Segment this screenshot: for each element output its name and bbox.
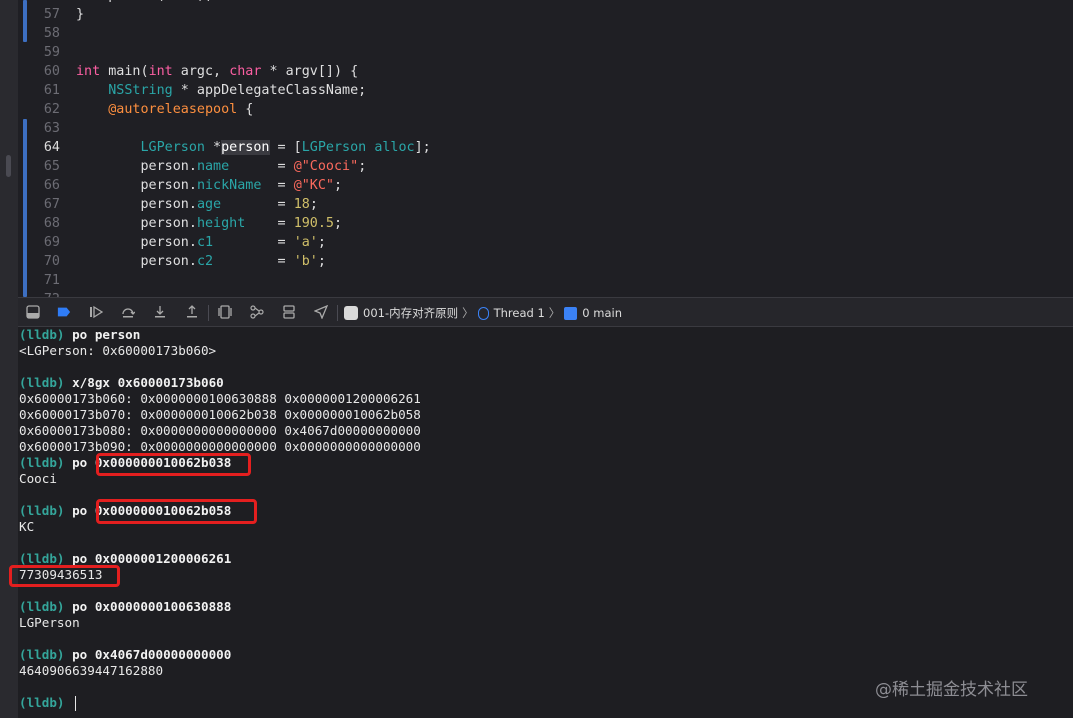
step-over-icon[interactable] — [120, 304, 136, 320]
target-icon — [344, 306, 358, 320]
line-number: 67 — [43, 197, 60, 212]
console-line: (lldb) po person — [19, 327, 141, 342]
continue-icon[interactable] — [88, 304, 104, 320]
chevron-right-icon: 〉 — [548, 306, 561, 320]
console-line: 0x60000173b070: 0x000000010062b038 0x000… — [19, 407, 421, 422]
watermark: @稀土掘金技术社区 — [875, 680, 1028, 700]
separator — [337, 305, 338, 321]
line-number: 71 — [43, 273, 60, 288]
line-number: 60 — [43, 64, 60, 79]
breadcrumb[interactable]: 001-内存对齐原则 〉 Thread 1 〉 0 main — [344, 305, 622, 321]
thread-icon — [477, 306, 489, 320]
code-text: LGPerson *person = [LGPerson alloc]; — [140, 140, 431, 155]
line-number: 59 — [43, 45, 60, 60]
line-number: 65 — [43, 159, 60, 174]
target-name[interactable]: 001-内存对齐原则 — [363, 305, 458, 321]
code-text: @autoreleasepool { — [108, 102, 254, 117]
console-line: (lldb) po 0x4067d00000000000 — [19, 647, 232, 662]
frame-name[interactable]: 0 main — [582, 306, 622, 320]
code-text: person.height = 190.5; — [76, 216, 343, 231]
code-text: person.nickName = @"KC"; — [76, 178, 343, 193]
memory-graph-icon[interactable] — [249, 304, 265, 320]
console-line: (lldb) po 0x0000000100630888 — [19, 599, 232, 614]
console-line: Cooci — [19, 471, 57, 486]
line-number: 63 — [43, 121, 60, 136]
line-number: 69 — [43, 235, 60, 250]
code-text: printf("\n"); — [76, 0, 213, 5]
breakpoints-icon[interactable] — [56, 304, 72, 320]
code-text: person.c2 = 'b'; — [76, 254, 326, 269]
line-number: 58 — [43, 26, 60, 41]
console-input-line[interactable]: (lldb) — [19, 695, 65, 711]
thread-name[interactable]: Thread 1 — [494, 306, 545, 320]
code-text: NSString * appDelegateClassName; — [108, 83, 367, 98]
line-number: 64 — [43, 140, 60, 155]
frame-icon — [564, 306, 578, 320]
line-number: 70 — [43, 254, 60, 269]
separator — [208, 305, 209, 321]
line-number: 57 — [43, 7, 60, 22]
scroll-handle[interactable] — [6, 155, 11, 177]
view-debugger-icon[interactable] — [217, 304, 233, 320]
code-text: } — [76, 7, 85, 22]
code-editor[interactable]: 56 printf("\n"); 57} 58 59 60int main(in… — [18, 0, 1073, 297]
lldb-console[interactable]: (lldb) po person <LGPerson: 0x60000173b0… — [9, 327, 1073, 718]
text-cursor — [75, 696, 76, 711]
console-line: 0x60000173b080: 0x0000000000000000 0x406… — [19, 423, 421, 438]
highlight-box — [9, 565, 120, 587]
navigator-edge — [0, 0, 18, 718]
line-number: 62 — [43, 102, 60, 117]
console-line: 4640906639447162880 — [19, 663, 164, 678]
chevron-right-icon: 〉 — [462, 306, 474, 320]
line-number: 72 — [18, 290, 60, 297]
location-icon[interactable] — [313, 304, 329, 320]
console-line: KC — [19, 519, 35, 534]
code-text: person.age = 18; — [76, 197, 318, 212]
line-number: 66 — [43, 178, 60, 193]
environment-icon[interactable] — [281, 304, 297, 320]
code-text: person.c1 = 'a'; — [76, 235, 326, 250]
highlight-box — [96, 453, 251, 476]
step-into-icon[interactable] — [152, 304, 168, 320]
console-line: LGPerson — [19, 615, 80, 630]
console-line: (lldb) x/8gx 0x60000173b060 — [19, 375, 224, 390]
hide-console-icon[interactable] — [25, 304, 41, 320]
code-text: int main(int argc, char * argv[]) { — [76, 64, 359, 79]
console-line: <LGPerson: 0x60000173b060> — [19, 343, 217, 358]
line-number: 61 — [43, 83, 60, 98]
step-out-icon[interactable] — [184, 304, 200, 320]
debug-bar: 001-内存对齐原则 〉 Thread 1 〉 0 main — [18, 297, 1073, 327]
highlight-box — [96, 499, 257, 524]
line-number: 68 — [43, 216, 60, 231]
console-line: 0x60000173b060: 0x0000000100630888 0x000… — [19, 391, 421, 406]
code-text: person.name = @"Cooci"; — [76, 159, 367, 174]
